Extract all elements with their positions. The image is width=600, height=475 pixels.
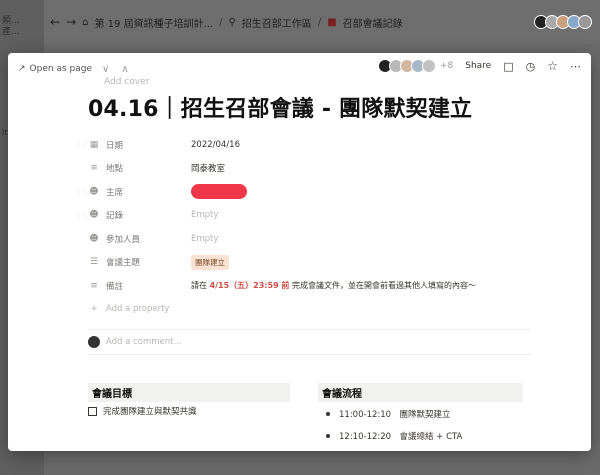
property-label: 參加人員 xyxy=(106,234,141,245)
plus-icon: + xyxy=(90,304,98,315)
property-value[interactable]: 2022/04/16 xyxy=(191,140,240,150)
text-icon: ≡ xyxy=(90,163,98,174)
open-as-page-label: Open as page xyxy=(29,64,92,74)
property-row-topic[interactable]: ☰ 會議主題 團隊建立 xyxy=(88,251,548,275)
notes-prefix: 請在 xyxy=(191,281,210,291)
home-icon: ⌂ xyxy=(82,16,89,28)
bullet-icon xyxy=(326,434,330,438)
back-arrow-icon[interactable]: ← xyxy=(50,15,60,29)
breadcrumb-item-3[interactable]: 召部會議記錄 xyxy=(343,15,403,30)
list-item-text: 12:10-12:20 會議總結 + CTA xyxy=(339,432,463,442)
flow-heading: 會議流程 xyxy=(318,383,523,402)
topic-tag[interactable]: 團隊建立 xyxy=(191,254,229,270)
property-label: 日期 xyxy=(106,140,124,151)
text-icon: ≡ xyxy=(90,280,98,291)
property-value[interactable]: Empty xyxy=(191,234,218,244)
comment-row[interactable]: Add a comment... xyxy=(88,329,531,355)
notes-suffix: 完成會議文件，並在開會前看過其他人填寫的內容～ xyxy=(289,281,476,291)
add-cover-button[interactable]: Add cover xyxy=(104,77,149,87)
breadcrumb-item-1[interactable]: 第 19 屆資訊種子培訓計... xyxy=(94,15,213,30)
list-item[interactable]: 11:00-12:10 團隊默契建立 xyxy=(326,403,462,425)
search-icon: ⚲ xyxy=(228,16,236,28)
chevron-down-icon[interactable]: ∨ xyxy=(102,64,109,75)
background-avatars xyxy=(534,15,592,29)
list-item[interactable]: 12:10-12:20 會議總結 + CTA xyxy=(326,425,462,447)
list-item-text: 11:00-12:10 團隊默契建立 xyxy=(339,410,451,420)
more-icon[interactable]: ⋯ xyxy=(570,60,581,73)
flow-list: 11:00-12:10 團隊默契建立 12:10-12:20 會議總結 + CT… xyxy=(326,403,462,447)
extra-viewers-count: +8 xyxy=(439,61,454,71)
page-peek-modal: ↗ Open as page ∨ ∧ +8 Share □ ◷ ☆ ⋯ Add … xyxy=(8,53,591,451)
list-icon: ☰ xyxy=(89,257,99,268)
drag-handle-icon[interactable]: ⋮⋮ xyxy=(74,187,89,196)
drag-handle-icon[interactable]: ⋮⋮ xyxy=(74,140,89,149)
comment-input[interactable]: Add a comment... xyxy=(106,337,182,347)
page-nav: ∨ ∧ xyxy=(102,64,129,75)
property-value[interactable]: Empty xyxy=(191,210,218,220)
calendar-icon: ▦ xyxy=(89,139,99,150)
star-icon[interactable]: ☆ xyxy=(547,59,558,73)
share-button[interactable]: Share xyxy=(465,61,491,71)
viewer-avatars[interactable]: +8 xyxy=(377,59,454,73)
modal-actions: +8 Share □ ◷ ☆ ⋯ xyxy=(377,59,581,73)
open-as-page-button[interactable]: ↗ Open as page xyxy=(18,64,92,74)
property-label: 會議主題 xyxy=(106,258,141,269)
breadcrumb-separator: / xyxy=(317,16,322,28)
sidebar-text-3: lt xyxy=(2,128,8,137)
drag-handle-icon[interactable]: ⋮⋮ xyxy=(74,211,89,220)
background-bottom xyxy=(44,452,600,475)
property-label: 地點 xyxy=(106,164,124,175)
property-row-notes[interactable]: ≡ 備註 請在 4/15（五）23:59 前 完成會議文件，並在開會前看過其他人… xyxy=(88,274,548,298)
person-icon: ☻ xyxy=(89,186,99,197)
property-row-date[interactable]: ⋮⋮ ▦ 日期 2022/04/16 xyxy=(74,133,548,157)
forward-arrow-icon[interactable]: → xyxy=(66,15,76,29)
people-icon: ☻ xyxy=(89,233,99,244)
breadcrumb-item-2[interactable]: 招生召部工作區 xyxy=(242,15,312,30)
goals-heading: 會議目標 xyxy=(88,383,290,402)
breadcrumb-separator: / xyxy=(219,16,223,28)
background-topbar: ← → ⌂ 第 19 屆資訊種子培訓計... / ⚲ 招生召部工作區 / ■ 召… xyxy=(44,0,600,44)
redacted-value[interactable] xyxy=(191,184,247,200)
property-row-attendees[interactable]: ☻ 參加人員 Empty xyxy=(88,227,548,251)
expand-icon: ↗ xyxy=(18,64,26,74)
property-label: 備註 xyxy=(106,281,124,292)
chevron-up-icon[interactable]: ∧ xyxy=(121,64,128,75)
comment-icon[interactable]: □ xyxy=(503,60,513,73)
notes-value[interactable]: 請在 4/15（五）23:59 前 完成會議文件，並在開會前看過其他人填寫的內容… xyxy=(191,280,476,291)
property-label: 記錄 xyxy=(106,211,124,222)
todo-label[interactable]: 完成團隊建立與默契共識 xyxy=(103,405,197,417)
property-value[interactable]: 岡泰教室 xyxy=(191,162,225,174)
page-title[interactable]: 04.16｜招生召部會議 - 團隊默契建立 xyxy=(88,91,472,123)
property-row-chair[interactable]: ⋮⋮ ☻ 主席 xyxy=(74,180,548,204)
clock-icon[interactable]: ◷ xyxy=(526,60,536,73)
avatar xyxy=(578,15,592,29)
sidebar-text-2: 產... xyxy=(2,27,20,37)
avatar xyxy=(88,336,100,348)
property-row-location[interactable]: ≡ 地點 岡泰教室 xyxy=(88,157,548,181)
property-label: 主席 xyxy=(106,187,124,198)
property-row-recorder[interactable]: ⋮⋮ ☻ 記錄 Empty xyxy=(74,204,548,228)
background-sidebar-text: 類... 產... xyxy=(2,16,20,38)
avatar xyxy=(421,59,436,73)
todo-item: 完成團隊建立與默契共識 xyxy=(88,405,197,417)
notes-deadline: 4/15（五）23:59 前 xyxy=(209,281,290,291)
checkbox[interactable] xyxy=(88,406,97,416)
bookmark-icon: ■ xyxy=(327,16,337,28)
bullet-icon xyxy=(326,412,330,416)
sidebar-text-1: 類... xyxy=(2,16,20,26)
add-property-label: Add a property xyxy=(106,304,170,315)
properties-list: ⋮⋮ ▦ 日期 2022/04/16 ≡ 地點 岡泰教室 ⋮⋮ ☻ 主席 ⋮⋮ … xyxy=(74,133,548,322)
add-property-button[interactable]: + Add a property xyxy=(88,298,548,322)
person-icon: ☻ xyxy=(89,210,99,221)
